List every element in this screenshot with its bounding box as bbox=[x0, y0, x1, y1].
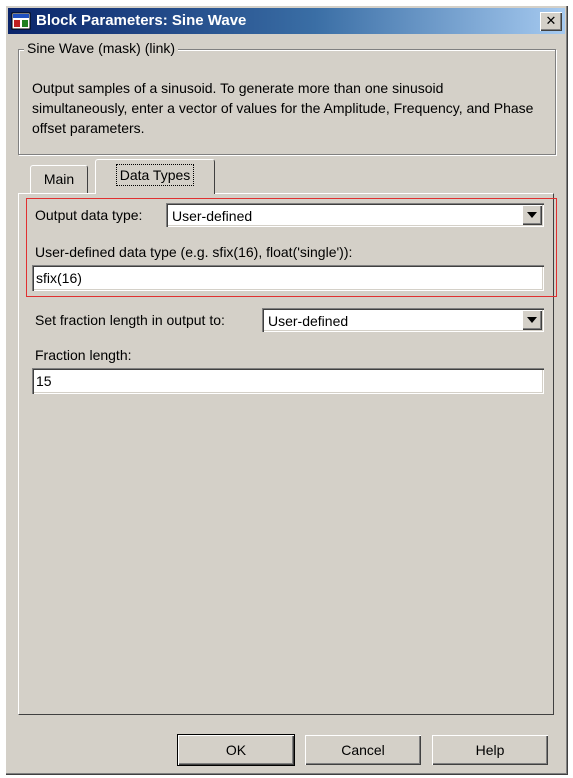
fraction-mode-dropdown-button[interactable] bbox=[522, 310, 542, 330]
tab-main[interactable]: Main bbox=[30, 165, 88, 193]
output-data-type-value: User-defined bbox=[172, 208, 253, 224]
fraction-mode-select[interactable]: User-defined bbox=[262, 308, 544, 332]
fraction-mode-label: Set fraction length in output to: bbox=[35, 312, 225, 328]
fraction-mode-value: User-defined bbox=[268, 313, 349, 329]
chevron-down-icon bbox=[527, 317, 537, 323]
close-icon: ✕ bbox=[545, 14, 557, 29]
output-data-type-select[interactable]: User-defined bbox=[166, 203, 544, 227]
tab-main-label: Main bbox=[43, 171, 75, 187]
tab-data-types-label: Data Types bbox=[115, 164, 195, 186]
fraction-length-label: Fraction length: bbox=[35, 347, 132, 363]
ok-button-label: OK bbox=[225, 742, 247, 758]
mask-description: Output samples of a sinusoid. To generat… bbox=[32, 80, 534, 136]
cancel-button-label: Cancel bbox=[341, 742, 385, 758]
output-data-type-dropdown-button[interactable] bbox=[522, 205, 542, 225]
tab-data-types[interactable]: Data Types bbox=[95, 159, 215, 194]
simulink-block-icon bbox=[11, 11, 31, 31]
help-button-label: Help bbox=[475, 742, 505, 758]
close-button[interactable]: ✕ bbox=[540, 12, 562, 31]
chevron-down-icon bbox=[527, 212, 537, 218]
output-data-type-label: Output data type: bbox=[35, 207, 143, 223]
cancel-button[interactable]: Cancel bbox=[305, 735, 421, 765]
mask-group-legend: Sine Wave (mask) (link) bbox=[24, 38, 179, 58]
user-defined-type-input[interactable] bbox=[32, 265, 544, 291]
window-title: Block Parameters: Sine Wave bbox=[36, 12, 247, 29]
fraction-length-input[interactable] bbox=[32, 368, 544, 394]
help-button[interactable]: Help bbox=[432, 735, 548, 765]
user-defined-type-label: User-defined data type (e.g. sfix(16), f… bbox=[35, 244, 353, 260]
ok-button[interactable]: OK bbox=[178, 735, 294, 765]
